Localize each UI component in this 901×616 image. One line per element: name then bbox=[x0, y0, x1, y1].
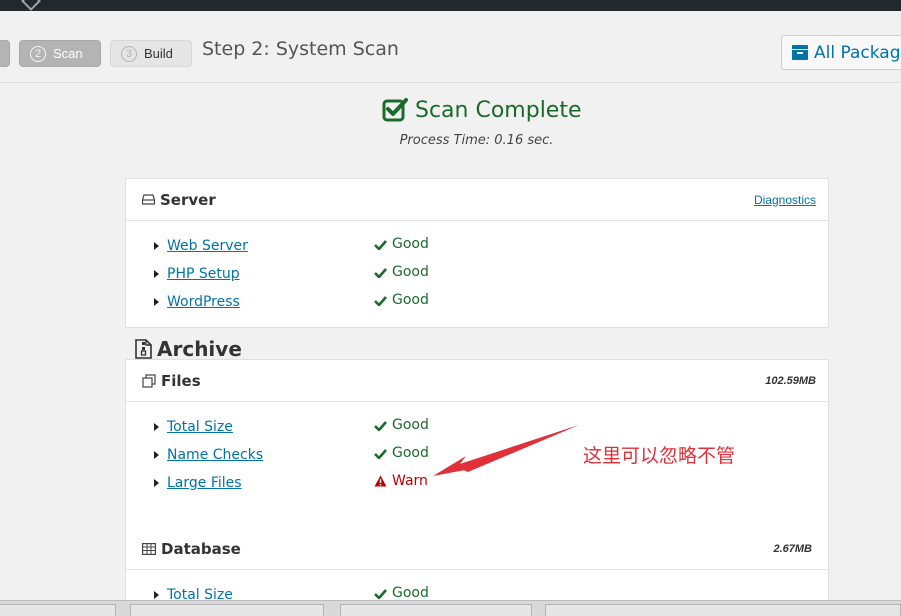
taskbar-tab[interactable] bbox=[0, 604, 116, 616]
taskbar-tab[interactable] bbox=[340, 604, 532, 616]
taskbar-tab[interactable] bbox=[130, 604, 324, 616]
bottom-taskbar bbox=[0, 600, 901, 616]
annotation-text: 这里可以忽略不管 bbox=[583, 445, 736, 467]
taskbar-tab[interactable] bbox=[545, 604, 901, 616]
annotation-arrow-icon bbox=[433, 425, 579, 476]
